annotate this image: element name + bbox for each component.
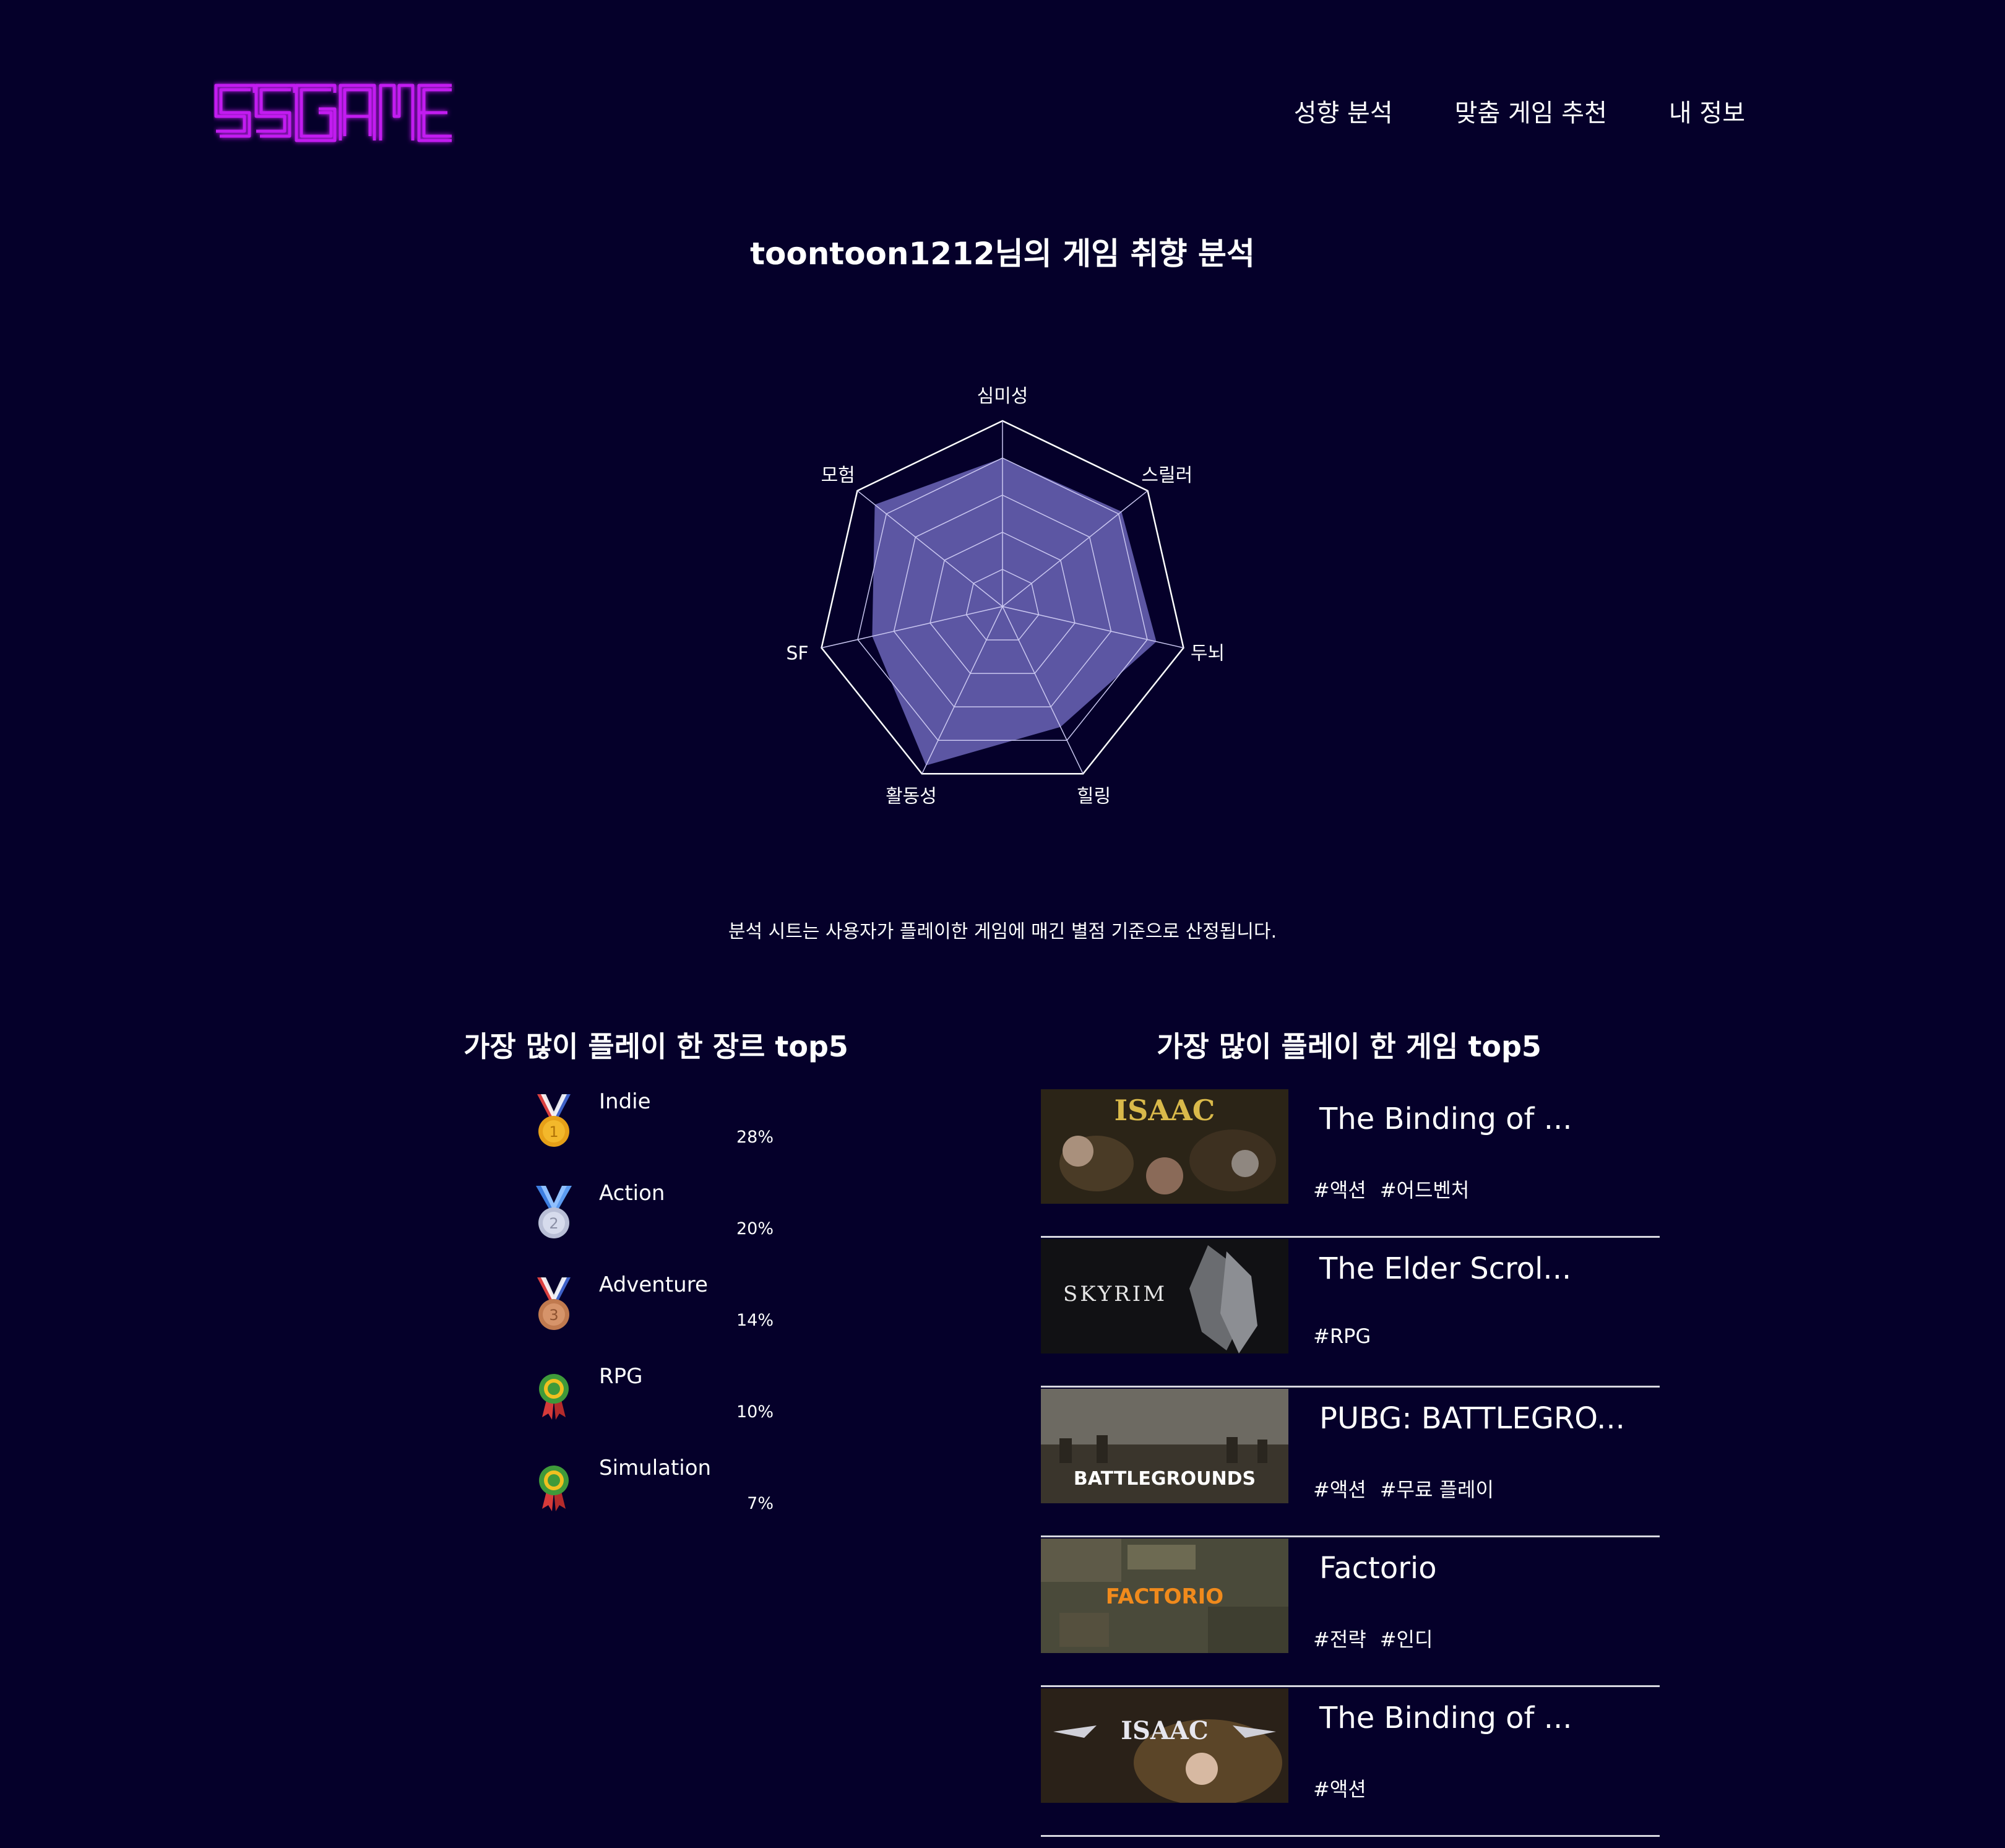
game-tag[interactable]: #무료 플레이: [1380, 1474, 1494, 1503]
radar-axis-label: 활동성: [886, 785, 937, 805]
header: 성향 분석 맞춤 게임 추천 내 정보: [0, 0, 2005, 223]
genre-item: RPG 10%: [520, 1364, 804, 1456]
game-section-title: 가장 많이 플레이 한 게임 top5: [1157, 1030, 1541, 1063]
nav-game-recommendation[interactable]: 맞춤 게임 추천: [1455, 93, 1607, 129]
game-tags: #액션 #무료 플레이: [1313, 1474, 1494, 1503]
genre-percent: 7%: [747, 1494, 774, 1513]
radar-axis-label: SF: [786, 643, 808, 665]
genre-name: Indie: [599, 1089, 651, 1114]
genre-percent: 14%: [736, 1311, 774, 1330]
thumbnail-title: ISAAC: [1121, 1716, 1209, 1745]
genre-name: Action: [599, 1181, 665, 1206]
thumbnail-title: SKYRIM: [1063, 1282, 1167, 1306]
radar-axis-label: 스릴러: [1141, 465, 1192, 486]
game-item[interactable]: SKYRIM The Elder Scrol... #RPG: [1041, 1239, 1660, 1388]
ssgame-logo[interactable]: [213, 68, 455, 161]
genre-item: 1 Indie 28%: [520, 1089, 804, 1181]
rosette-icon: [539, 1374, 569, 1420]
game-tag[interactable]: #액션: [1313, 1474, 1366, 1503]
genre-list: 1 Indie 28% 2 Action 20% 3 Adventure 14%: [520, 1089, 804, 1547]
rosette-icon: [539, 1466, 569, 1511]
radar-axis-label: 두뇌: [1191, 643, 1225, 665]
game-name[interactable]: PUBG: BATTLEGRO...: [1319, 1401, 1625, 1436]
page-title: toontoon1212님의 게임 취향 분석: [750, 236, 1255, 272]
analysis-note: 분석 시트는 사용자가 플레이한 게임에 매긴 별점 기준으로 산정됩니다.: [728, 921, 1277, 943]
game-tags: #전략 #인디: [1313, 1624, 1433, 1652]
genre-name: RPG: [599, 1364, 643, 1389]
game-item[interactable]: ISAAC The Binding of ... #액션 #어드벤처: [1041, 1089, 1660, 1238]
game-tags: #RPG: [1313, 1324, 1371, 1348]
game-list: ISAAC The Binding of ... #액션 #어드벤처 SKYRI…: [1041, 1089, 1660, 1838]
svg-text:3: 3: [549, 1306, 558, 1324]
radar-axis-label: 모험: [821, 465, 855, 486]
game-thumbnail[interactable]: SKYRIM: [1041, 1239, 1288, 1354]
genre-name: Adventure: [599, 1272, 708, 1297]
radar-chart: 심미성스릴러두뇌힐링 활동성 SF 모험: [786, 386, 1225, 805]
game-name[interactable]: The Elder Scrol...: [1319, 1251, 1571, 1286]
gold-medal-icon: 1: [537, 1094, 571, 1147]
genre-percent: 28%: [736, 1128, 774, 1147]
game-item[interactable]: FACTORIO Factorio #전략 #인디: [1041, 1539, 1660, 1687]
genre-item: Simulation 7%: [520, 1456, 804, 1547]
game-name[interactable]: Factorio: [1319, 1551, 1437, 1586]
game-tag[interactable]: #액션: [1313, 1175, 1366, 1203]
game-item[interactable]: BATTLEGROUNDS PUBG: BATTLEGRO... #액션 #무료…: [1041, 1389, 1660, 1537]
radar-axis-label: 힐링: [1077, 785, 1111, 805]
game-thumbnail[interactable]: ISAAC: [1041, 1089, 1288, 1204]
genre-section-title: 가장 많이 플레이 한 장르 top5: [464, 1030, 848, 1063]
thumbnail-title: BATTLEGROUNDS: [1074, 1468, 1256, 1490]
game-thumbnail[interactable]: ISAAC: [1041, 1688, 1288, 1803]
game-tags: #액션 #어드벤처: [1313, 1175, 1469, 1203]
radar-axis-label: 심미성: [977, 386, 1028, 407]
genre-percent: 20%: [736, 1219, 774, 1238]
game-tag[interactable]: #어드벤처: [1380, 1175, 1470, 1203]
game-tag[interactable]: #전략: [1313, 1624, 1366, 1652]
radar-data-area: [872, 458, 1157, 766]
svg-text:2: 2: [549, 1215, 558, 1232]
genre-item: 2 Action 20%: [520, 1181, 804, 1272]
game-thumbnail[interactable]: FACTORIO: [1041, 1539, 1288, 1653]
game-tag[interactable]: #RPG: [1313, 1324, 1371, 1348]
thumbnail-title: FACTORIO: [1106, 1584, 1223, 1609]
game-item[interactable]: ISAAC The Binding of ... #액션: [1041, 1688, 1660, 1837]
game-name[interactable]: The Binding of ...: [1319, 1701, 1572, 1735]
game-tags: #액션: [1313, 1774, 1366, 1802]
thumbnail-title: ISAAC: [1115, 1094, 1215, 1127]
nav-my-info[interactable]: 내 정보: [1669, 93, 1745, 129]
genre-percent: 10%: [736, 1402, 774, 1422]
genre-item: 3 Adventure 14%: [520, 1272, 804, 1364]
game-tag[interactable]: #인디: [1380, 1624, 1433, 1652]
genre-name: Simulation: [599, 1456, 712, 1480]
silver-medal-icon: 2: [536, 1186, 572, 1238]
main-nav: 성향 분석 맞춤 게임 추천 내 정보: [1294, 93, 1745, 129]
game-thumbnail[interactable]: BATTLEGROUNDS: [1041, 1389, 1288, 1503]
bronze-medal-icon: 3: [537, 1277, 571, 1330]
nav-preference-analysis[interactable]: 성향 분석: [1294, 93, 1393, 129]
game-tag[interactable]: #액션: [1313, 1774, 1366, 1802]
game-name[interactable]: The Binding of ...: [1319, 1102, 1572, 1136]
svg-text:1: 1: [549, 1123, 558, 1141]
